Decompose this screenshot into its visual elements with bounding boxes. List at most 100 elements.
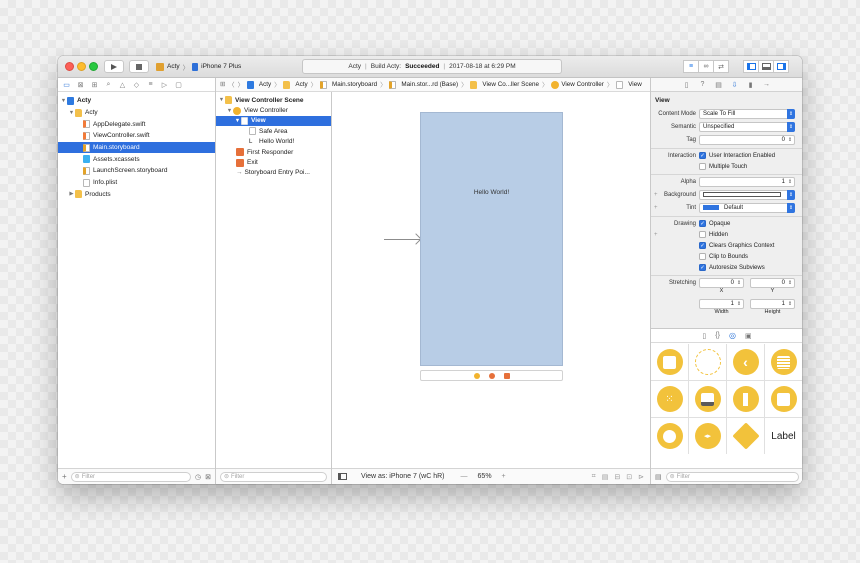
outline-item-safe-area[interactable]: Safe Area: [216, 126, 331, 136]
outline-filter-input[interactable]: ⊜ Filter: [220, 471, 327, 482]
tree-item-file[interactable]: LaunchScreen.storyboard: [58, 165, 215, 177]
resolve-issues-icon[interactable]: ⊳: [638, 473, 644, 481]
tree-item-group[interactable]: ▶ Products: [58, 189, 215, 201]
test-icon[interactable]: ◇: [132, 80, 141, 89]
warning-icon[interactable]: △: [118, 80, 127, 89]
breadcrumb-file[interactable]: Main.storyboard: [319, 80, 377, 89]
attributes-inspector-icon[interactable]: ⇩: [731, 81, 739, 89]
help-icon[interactable]: ?: [699, 81, 707, 89]
recent-files-icon[interactable]: ◷: [195, 473, 201, 481]
back-icon[interactable]: 〈: [228, 80, 234, 89]
add-icon[interactable]: +: [62, 472, 67, 481]
navigator-filter-input[interactable]: ⊜ Filter: [70, 471, 192, 482]
source-control-icon[interactable]: ⊠: [76, 80, 85, 89]
scheme-selector[interactable]: Acty 〉 iPhone 7 Plus: [156, 60, 241, 73]
storyboard-entry-arrow[interactable]: [384, 239, 420, 240]
library-item-navigation-controller[interactable]: ‹: [727, 344, 764, 380]
breadcrumb-localization[interactable]: Main.stor...rd (Base): [389, 80, 458, 89]
outline-item-view-controller[interactable]: ▼ View Controller: [216, 105, 331, 115]
stepper-icon[interactable]: ⇕: [787, 136, 793, 144]
symbol-icon[interactable]: ⊞: [90, 80, 99, 89]
standard-editor-button[interactable]: ≡: [683, 60, 699, 73]
library-item-avkit-player-view-controller[interactable]: ◂▸: [689, 418, 726, 454]
hello-world-label[interactable]: Hello World!: [421, 189, 562, 196]
connections-inspector-icon[interactable]: →: [763, 81, 771, 89]
assistant-editor-button[interactable]: ∞: [698, 60, 714, 73]
version-editor-button[interactable]: ⇄: [713, 60, 729, 73]
outline-item-exit[interactable]: Exit: [216, 157, 331, 167]
semantic-popup[interactable]: Unspecified ⇕: [699, 121, 795, 132]
update-frames-icon[interactable]: ⌗: [592, 473, 596, 481]
add-variation-icon[interactable]: +: [654, 205, 658, 211]
tint-color-popup[interactable]: Default ⇕: [699, 202, 795, 213]
zoom-in-button[interactable]: +: [502, 473, 506, 480]
library-filter-input[interactable]: ⊜ Filter: [665, 471, 799, 482]
user-interaction-checkbox[interactable]: ✓: [699, 152, 706, 159]
stepper-icon[interactable]: ⇕: [736, 300, 742, 308]
disclosure-icon[interactable]: ▶: [68, 191, 75, 197]
tree-item-file[interactable]: Assets.xcassets: [58, 153, 215, 165]
add-variation-icon[interactable]: +: [654, 232, 658, 238]
object-library-icon[interactable]: ◎: [729, 331, 736, 340]
tree-item-group[interactable]: ▼ Acty: [58, 107, 215, 119]
library-item-tab-bar-controller[interactable]: [689, 381, 726, 417]
view-controller-dock-icon[interactable]: [473, 372, 480, 379]
multiple-touch-checkbox[interactable]: [699, 163, 706, 170]
opaque-checkbox[interactable]: ✓: [699, 220, 706, 227]
toggle-navigator-button[interactable]: [743, 60, 759, 73]
identity-inspector-icon[interactable]: ▤: [715, 81, 723, 89]
outline-item-label-element[interactable]: L Hello World!: [216, 137, 331, 147]
clip-to-bounds-checkbox[interactable]: [699, 253, 706, 260]
stepper-icon[interactable]: ⇕: [787, 279, 793, 287]
file-inspector-icon[interactable]: ▯: [683, 81, 691, 89]
stretch-y-field[interactable]: 0 ⇕: [750, 277, 795, 288]
pin-icon[interactable]: ⊡: [626, 473, 632, 481]
zoom-out-button[interactable]: —: [461, 473, 468, 480]
stepper-icon[interactable]: ⇕: [736, 279, 742, 287]
clears-graphics-checkbox[interactable]: ✓: [699, 242, 706, 249]
breadcrumb-group[interactable]: Acty: [283, 80, 308, 89]
outline-item-view-selected[interactable]: ▼ View: [216, 115, 331, 127]
forward-icon[interactable]: 〉: [238, 80, 244, 89]
library-item-table-view-controller[interactable]: [765, 344, 802, 380]
breadcrumb-view[interactable]: View: [616, 80, 642, 89]
stretch-x-field[interactable]: 0 ⇕: [699, 277, 744, 288]
minimize-window-button[interactable]: [77, 62, 86, 71]
toggle-debug-button[interactable]: [758, 60, 774, 73]
library-item-object[interactable]: [727, 418, 764, 454]
breadcrumb-scene[interactable]: View Co...ller Scene: [470, 80, 539, 89]
stretch-height-field[interactable]: 1 ⇕: [750, 298, 795, 309]
tree-item-file[interactable]: Info.plist: [58, 177, 215, 189]
breadcrumb-view-controller[interactable]: View Controller: [551, 80, 604, 89]
library-item-view-controller[interactable]: [651, 344, 688, 380]
first-responder-dock-icon[interactable]: [488, 372, 495, 379]
disclosure-icon[interactable]: ▼: [218, 97, 225, 103]
alpha-field[interactable]: 1 ⇕: [699, 176, 795, 187]
stepper-icon[interactable]: ⇕: [787, 178, 793, 186]
outline-item-scene[interactable]: ▼ View Controller Scene: [216, 95, 331, 105]
library-item-storyboard-reference[interactable]: [689, 344, 726, 380]
disclosure-icon[interactable]: ▼: [234, 118, 241, 124]
run-button[interactable]: [104, 60, 124, 73]
embed-in-stack-icon[interactable]: ▤: [602, 473, 609, 481]
debug-icon[interactable]: ≡: [146, 80, 155, 89]
background-color-popup[interactable]: ⇕: [699, 189, 795, 200]
outline-item-first-responder[interactable]: First Responder: [216, 147, 331, 157]
breadcrumb-project[interactable]: Acty: [246, 80, 271, 89]
search-icon[interactable]: ⌕: [104, 80, 113, 89]
tree-item-file[interactable]: AppDelegate.swift: [58, 118, 215, 130]
library-item-split-view-controller[interactable]: [727, 381, 764, 417]
scm-filter-icon[interactable]: ⊠: [205, 473, 211, 481]
align-icon[interactable]: ⊟: [614, 473, 620, 481]
add-variation-icon[interactable]: +: [654, 192, 658, 198]
tag-field[interactable]: 0 ⇕: [699, 134, 795, 145]
tree-item-file-selected[interactable]: Main.storyboard: [58, 141, 215, 154]
interface-builder-canvas[interactable]: Hello World! View as: iPhone 7 (wC hR) —…: [332, 92, 650, 484]
toggle-outline-icon[interactable]: [338, 473, 347, 480]
size-inspector-icon[interactable]: ▮: [747, 81, 755, 89]
outline-item-entry-point[interactable]: → Storyboard Entry Poi...: [216, 168, 331, 178]
toggle-inspector-button[interactable]: [773, 60, 789, 73]
exit-dock-icon[interactable]: [503, 372, 510, 379]
library-item-label[interactable]: Label: [765, 418, 802, 454]
disclosure-icon[interactable]: ▼: [60, 98, 67, 104]
